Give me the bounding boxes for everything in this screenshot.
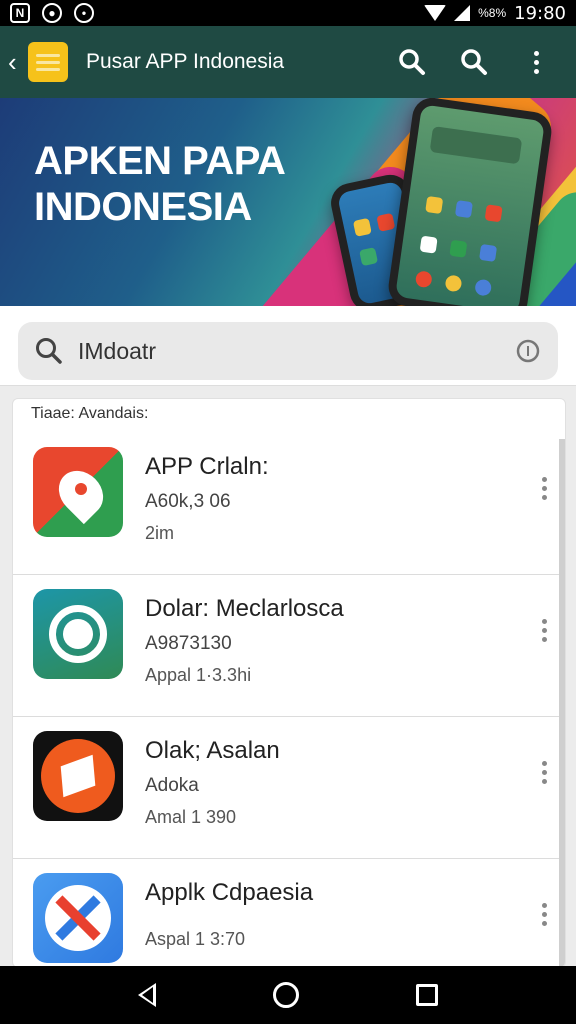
list-item[interactable]: APP Crlaln: A60k,3 06 2im [13,433,565,575]
x-cross-icon [33,873,123,963]
clear-icon[interactable] [514,337,542,365]
search-input[interactable]: IMdoatr [18,322,558,380]
status-right-icons: %8% 19:80 [424,3,566,24]
app-meta: Amal 1 390 [145,807,237,827]
n-icon: N [10,3,30,23]
search-icon [461,49,487,75]
circle-icon: • [74,3,94,23]
search-button-2[interactable] [456,44,492,80]
banner-title-line2: INDONESIA [34,185,252,229]
app-subtitle: Adoka [145,775,199,796]
search-button[interactable] [394,44,430,80]
scrollbar[interactable] [559,439,565,967]
signal-icon [454,5,471,21]
search-input-value[interactable]: IMdoatr [78,338,514,365]
app-name: Olak; Asalan [145,737,280,764]
face-icon: ● [42,3,62,23]
more-vert-icon[interactable] [542,761,547,784]
nav-back-icon[interactable] [138,983,157,1007]
promo-banner[interactable]: APKEN PAPA INDONESIA [0,98,576,306]
app-actions [394,44,554,80]
app-subtitle: A9873130 [145,633,232,654]
app-meta: 2im [145,523,175,543]
banner-title-line1: APKEN PAPA [34,139,286,183]
battery-icon: %8% [478,6,507,20]
app-logo [28,42,68,82]
app-name: Applk Cdpaesia [145,879,314,906]
list-item[interactable]: Olak; Asalan Adoka Amal 1 390 [13,717,565,859]
more-vert-icon[interactable] [542,619,547,642]
phone-illustration [386,98,554,306]
app-name: Dolar: Meclarlosca [145,595,344,622]
more-vert-icon[interactable] [542,903,547,926]
app-name: APP Crlaln: [145,453,269,480]
status-bar: N ● • %8% 19:80 [0,0,576,26]
app-meta: Appal 1·3.3hi [145,665,252,685]
status-left-icons: N ● • [10,3,94,23]
app-title: Pusar APP Indonesia [86,50,285,73]
nav-recent-icon[interactable] [415,984,438,1006]
more-vert-icon[interactable] [518,44,554,80]
list-heading: Tiaae: Avandais: [31,405,149,422]
app-meta: Aspal 1 3:70 [145,929,246,949]
back-icon[interactable]: ‹ [8,47,24,78]
chat-bubble-icon [33,589,123,679]
search-section: IMdoatr [0,306,576,386]
nav-home-icon[interactable] [272,982,299,1008]
status-time: 19:80 [514,2,566,24]
shape-icon [33,731,123,821]
wifi-icon [424,5,447,21]
search-icon [36,338,62,364]
list-item[interactable]: Dolar: Meclarlosca A9873130 Appal 1·3.3h… [13,575,565,717]
search-icon [399,49,425,75]
list-item[interactable]: Applk Cdpaesia Aspal 1 3:70 [13,859,565,967]
app-subtitle: A60k,3 06 [145,491,231,512]
banner-title: APKEN PAPA INDONESIA [34,138,286,230]
system-nav-bar [0,966,576,1024]
app-list: Tiaae: Avandais: APP Crlaln: A60k,3 06 2… [12,398,566,968]
more-vert-icon[interactable] [542,477,547,500]
location-pin-icon [33,447,123,537]
app-bar: ‹ Pusar APP Indonesia [0,26,576,98]
